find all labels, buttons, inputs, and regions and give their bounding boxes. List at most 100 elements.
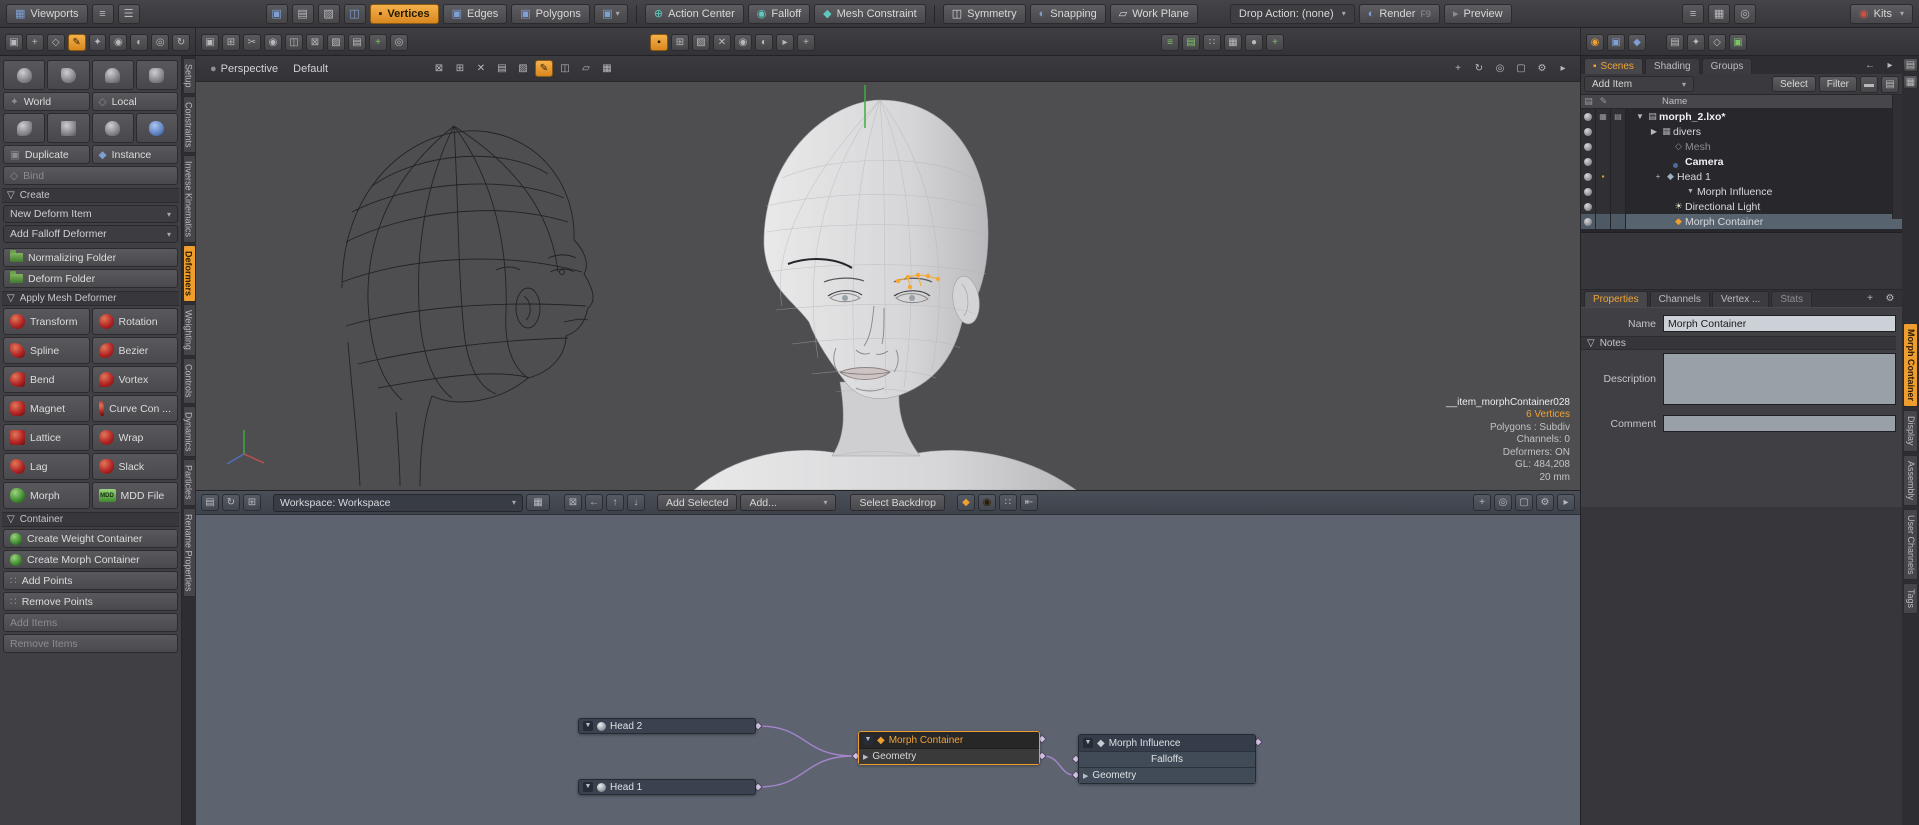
- properties-gear-icon[interactable]: ⚙: [1881, 290, 1899, 307]
- visibility-eye-icon[interactable]: [1581, 169, 1596, 184]
- bridge-icon[interactable]: ◫: [285, 34, 303, 51]
- viewport-settings-icon[interactable]: ⚙: [1533, 60, 1551, 77]
- item-row-camera[interactable]: Camera: [1581, 154, 1902, 169]
- node-collapse-icon[interactable]: ▼: [583, 721, 593, 731]
- pan-view-icon[interactable]: +: [1449, 60, 1467, 77]
- mdd-file-button[interactable]: MDD MDD File: [92, 482, 179, 509]
- preset-tool-8[interactable]: [136, 113, 178, 143]
- curve-constraint-deformer-button[interactable]: Curve Con ...: [92, 395, 179, 422]
- zoom-view-icon[interactable]: ◎: [1491, 60, 1509, 77]
- preset-tool-2[interactable]: [47, 60, 89, 90]
- reset-tool-icon[interactable]: ↻: [172, 34, 190, 51]
- viewport-menu-icon[interactable]: ▸: [1554, 60, 1572, 77]
- matcap-icon[interactable]: ▤: [493, 60, 511, 77]
- bezier-deformer-button[interactable]: Bezier: [92, 337, 179, 364]
- list-green-icon[interactable]: ≡: [1161, 34, 1179, 51]
- element-move-icon[interactable]: ▪: [650, 34, 668, 51]
- apply-mesh-deformer-header[interactable]: ▽ Apply Mesh Deformer: [2, 291, 179, 306]
- preset-ball-icon[interactable]: ◉: [1586, 34, 1604, 51]
- slack-deformer-button[interactable]: Slack: [92, 453, 179, 480]
- schematic-layout-icon[interactable]: ▤: [201, 494, 219, 511]
- lock-toggle-icon[interactable]: [1611, 124, 1626, 139]
- new-deform-item-dropdown[interactable]: New Deform Item▾: [3, 205, 178, 223]
- work-plane-button[interactable]: ▱ Work Plane: [1110, 4, 1198, 24]
- slice-icon[interactable]: ⊠: [306, 34, 324, 51]
- kits-button[interactable]: ◉ Kits▾: [1850, 4, 1913, 24]
- tab-scroll-left-icon[interactable]: ←: [1861, 57, 1879, 74]
- snapshot-icon[interactable]: ▦: [1224, 34, 1242, 51]
- collapse-panel-icon[interactable]: ▬: [1860, 76, 1878, 93]
- node-head-2[interactable]: ▼ Head 2: [578, 718, 756, 734]
- render-toggle-icon[interactable]: ▦: [1596, 109, 1611, 124]
- orbit-view-icon[interactable]: ↻: [1470, 60, 1488, 77]
- tab-scroll-right-icon[interactable]: ▸: [1881, 57, 1899, 74]
- search-icon[interactable]: ◎: [1734, 4, 1756, 24]
- overlay-icon[interactable]: ▦: [598, 60, 616, 77]
- cube-tool-icon[interactable]: ▣: [5, 34, 23, 51]
- vertex-paint-icon[interactable]: ✎: [535, 60, 553, 77]
- layout-switch-icon[interactable]: ☰: [118, 4, 140, 24]
- node-head-1[interactable]: ▼ Head 1: [578, 779, 756, 795]
- extrude-icon[interactable]: ▤: [348, 34, 366, 51]
- preset-tool-4[interactable]: [136, 60, 178, 90]
- node-morph-influence[interactable]: ▼ ◆ Morph Influence Falloffs ▶ Geometry: [1078, 734, 1256, 784]
- tab-constraints[interactable]: Constraints: [183, 96, 196, 154]
- shader-icon[interactable]: ◇: [1708, 34, 1726, 51]
- symmetry-button[interactable]: ◫ Symmetry: [943, 4, 1026, 24]
- tab-inverse-kinematics[interactable]: Inverse Kinematics: [183, 155, 196, 243]
- tab-assembly[interactable]: Assembly: [1903, 455, 1918, 506]
- center-mode-icon[interactable]: ▨: [318, 4, 340, 24]
- edge-slide-icon[interactable]: ▨: [692, 34, 710, 51]
- nav-down-icon[interactable]: ↓: [627, 494, 645, 511]
- visibility-eye-icon[interactable]: [1581, 184, 1596, 199]
- lock-toggle-icon[interactable]: ▤: [1611, 109, 1626, 124]
- sculpt-tool-icon[interactable]: ◉: [109, 34, 127, 51]
- add-selected-button[interactable]: Add Selected: [657, 494, 737, 511]
- nav-back-icon[interactable]: ←: [585, 494, 603, 511]
- polygons-mode-button[interactable]: ▣ Polygons: [511, 4, 590, 24]
- bend-deformer-button[interactable]: Bend: [3, 366, 90, 393]
- ref-mode-icon[interactable]: ◫: [344, 4, 366, 24]
- render-toggle-icon[interactable]: ▪: [1596, 169, 1611, 184]
- node-geometry-row[interactable]: ▶ Geometry: [859, 748, 1039, 764]
- pan-schematic-icon[interactable]: +: [1473, 494, 1491, 511]
- item-row-scene[interactable]: ▦ ▤ ▼ ▤ morph_2.lxo*: [1581, 109, 1902, 124]
- mirror-icon[interactable]: ▨: [327, 34, 345, 51]
- palette-grid-icon[interactable]: ▦: [1708, 4, 1730, 24]
- lock-toggle-icon[interactable]: [1611, 184, 1626, 199]
- tab-particles[interactable]: Particles: [183, 459, 196, 506]
- add-more-icon[interactable]: +: [797, 34, 815, 51]
- vertices-mode-button[interactable]: ▪ Vertices: [370, 4, 439, 24]
- tab-dynamics[interactable]: Dynamics: [183, 406, 196, 458]
- visibility-eye-icon[interactable]: [1581, 139, 1596, 154]
- render-toggle-icon[interactable]: [1596, 199, 1611, 214]
- play-icon[interactable]: ▸: [776, 34, 794, 51]
- vortex-deformer-button[interactable]: Vortex: [92, 366, 179, 393]
- select-button[interactable]: Select: [1772, 76, 1816, 92]
- frame-all-icon[interactable]: ⊠: [564, 494, 582, 511]
- lock-toggle-icon[interactable]: [1611, 154, 1626, 169]
- expander-icon[interactable]: ▶: [1648, 127, 1660, 136]
- tab-controls[interactable]: Controls: [183, 358, 196, 404]
- falloff-button[interactable]: ◉ Falloff: [748, 4, 810, 24]
- tab-setup[interactable]: Setup: [183, 58, 196, 94]
- spline-deformer-button[interactable]: Spline: [3, 337, 90, 364]
- lock-toggle-icon[interactable]: [1611, 199, 1626, 214]
- item-row-head1[interactable]: ▪ + ◆ Head 1: [1581, 169, 1902, 184]
- add-item-dropdown[interactable]: Add Item▾: [1584, 76, 1694, 92]
- texture-icon[interactable]: ▨: [514, 60, 532, 77]
- green-sphere-icon[interactable]: ●: [1245, 34, 1263, 51]
- add-dropdown[interactable]: Add...▾: [740, 494, 836, 511]
- node-collapse-icon[interactable]: ▼: [583, 782, 593, 792]
- wireframe-toggle-icon[interactable]: ✕: [472, 60, 490, 77]
- visibility-eye-icon[interactable]: [1581, 109, 1596, 124]
- layout-list-icon[interactable]: ≡: [92, 4, 114, 24]
- select-backdrop-button[interactable]: Select Backdrop: [850, 494, 944, 511]
- mirror-view-icon[interactable]: ◫: [556, 60, 574, 77]
- bind-button[interactable]: ◇ Bind: [3, 166, 178, 185]
- form-toggle-icon[interactable]: ≡: [1682, 4, 1704, 24]
- name-input[interactable]: [1663, 315, 1896, 332]
- maximize-view-icon[interactable]: ▢: [1512, 60, 1530, 77]
- render-toggle-icon[interactable]: [1596, 124, 1611, 139]
- magnet-deformer-button[interactable]: Magnet: [3, 395, 90, 422]
